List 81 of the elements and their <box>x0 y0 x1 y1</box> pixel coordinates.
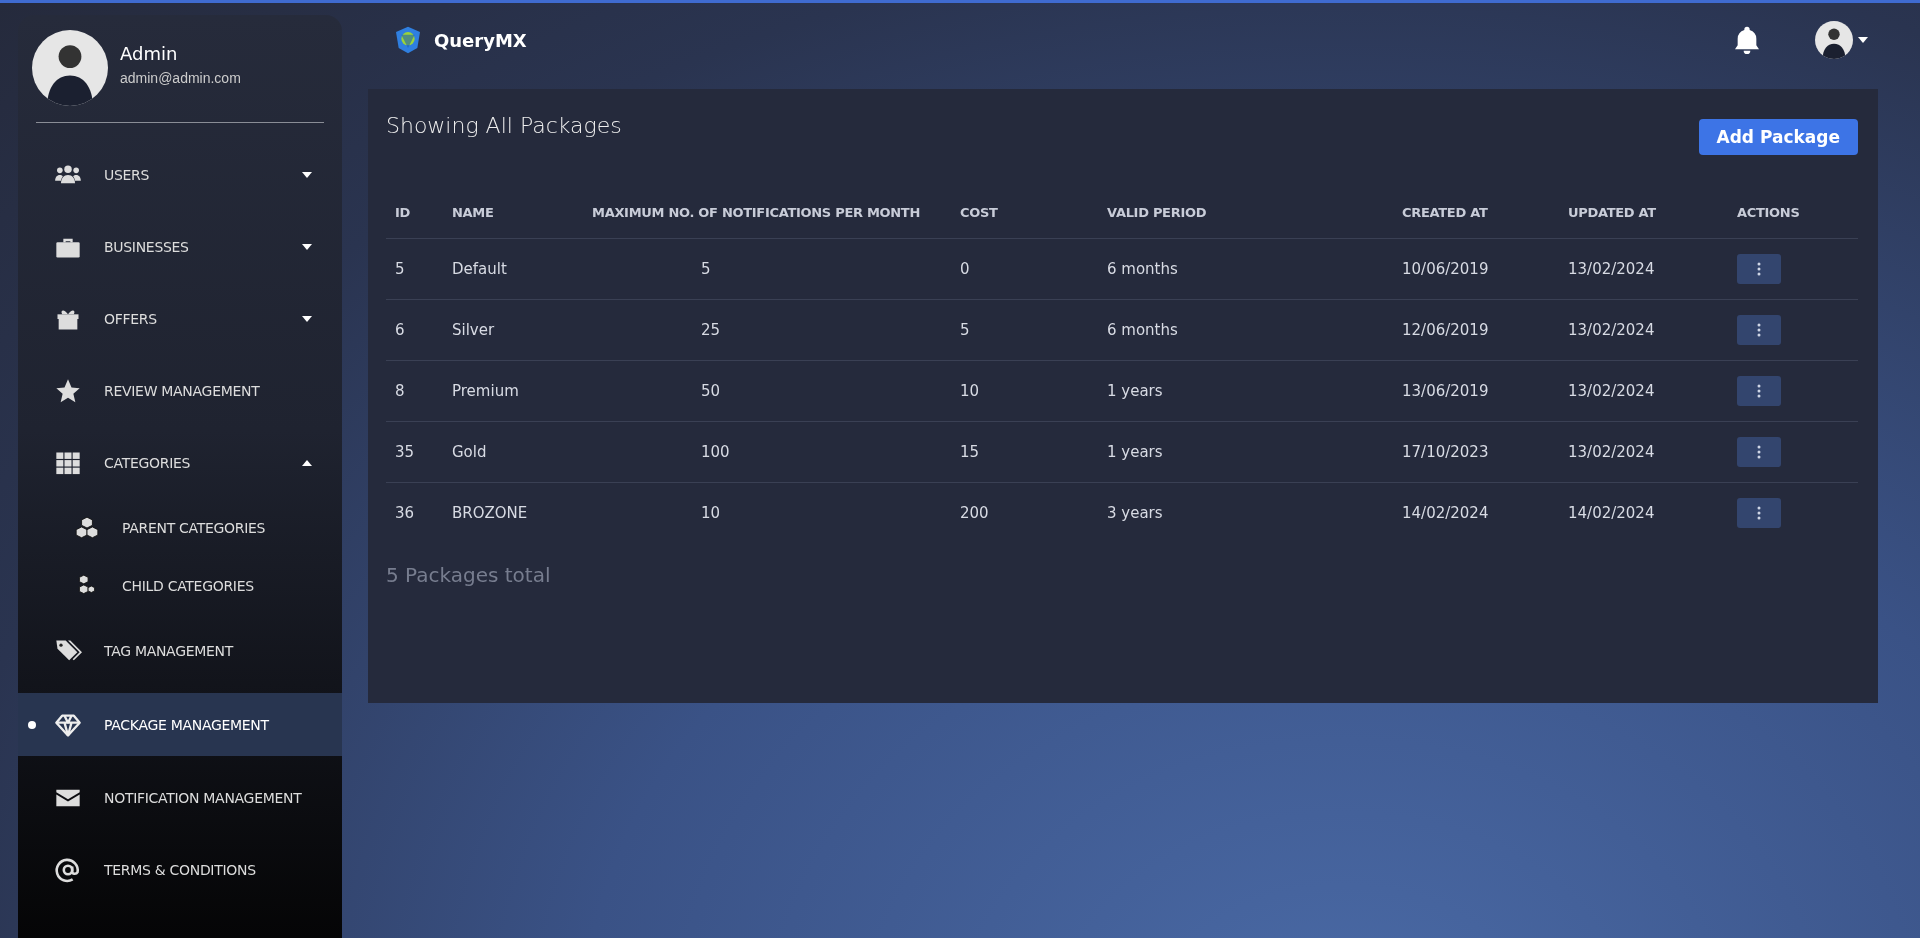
table-cell: 5 <box>701 260 711 278</box>
column-header: CREATED AT <box>1393 187 1559 239</box>
sidebar-item[interactable]: NOTIFICATION MANAGEMENT <box>18 762 342 834</box>
user-menu[interactable] <box>1815 21 1868 59</box>
table-cell: 200 <box>960 504 989 522</box>
more-vertical-icon <box>1757 506 1761 520</box>
actions-button[interactable] <box>1737 437 1781 467</box>
more-vertical-icon <box>1757 323 1761 337</box>
sidebar-item[interactable]: BUSINESSES <box>18 211 342 283</box>
user-name: Admin <box>120 42 179 64</box>
table-cell: 0 <box>960 260 970 278</box>
sidebar-item[interactable]: REVIEW MANAGEMENT <box>18 355 342 427</box>
more-vertical-icon <box>1757 384 1761 398</box>
table-cell: BROZONE <box>452 504 528 522</box>
column-header: ID <box>386 187 443 239</box>
active-dot <box>28 720 36 729</box>
caret-icon <box>1858 37 1868 43</box>
table-cell: 13/02/2024 <box>1568 321 1655 339</box>
table-cell: 25 <box>701 321 721 339</box>
table-cell: 15 <box>960 443 980 461</box>
table-cell: Default <box>452 260 507 278</box>
sidebar-item[interactable]: PACKAGE MANAGEMENT <box>18 693 342 756</box>
sidebar-item[interactable]: TAG MANAGEMENT <box>18 615 342 687</box>
caret-icon <box>302 460 312 466</box>
add-package-button[interactable]: Add Package <box>1698 119 1858 155</box>
table-cell: 13/06/2019 <box>1402 382 1489 400</box>
table-cell: 10 <box>701 504 721 522</box>
table-cell: Premium <box>452 382 519 400</box>
sidebar-item[interactable]: PARENT CATEGORIES <box>18 499 342 557</box>
column-header: COST <box>951 187 1098 239</box>
table-cell: 6 months <box>1107 321 1178 339</box>
table-cell: 10/06/2019 <box>1402 260 1489 278</box>
table-cell: 10 <box>960 382 980 400</box>
caret-icon <box>302 172 312 178</box>
table-cell: 1 years <box>1107 382 1163 400</box>
sidebar-item[interactable]: OFFERS <box>18 283 342 355</box>
column-header: UPDATED AT <box>1559 187 1728 239</box>
more-vertical-icon <box>1757 445 1761 459</box>
table-cell: Gold <box>452 443 487 461</box>
at-icon <box>54 856 82 884</box>
page-title: Showing All Packages <box>386 113 622 138</box>
table-cell: 14/02/2024 <box>1402 504 1489 522</box>
table-cell: Silver <box>452 321 495 339</box>
column-header: NAME <box>443 187 583 239</box>
table-cell: 17/10/2023 <box>1402 443 1489 461</box>
table-cell: 6 <box>395 321 405 339</box>
sidebar-item[interactable]: TERMS & CONDITIONS <box>18 834 342 906</box>
column-header: ACTIONS <box>1728 187 1858 239</box>
caret-icon <box>302 316 312 322</box>
table-cell: 36 <box>395 504 415 522</box>
table-cell: 14/02/2024 <box>1568 504 1655 522</box>
table-cell: 13/02/2024 <box>1568 443 1655 461</box>
column-header: MAXIMUM NO. OF NOTIFICATIONS PER MONTH <box>583 187 951 239</box>
brand-name: QueryMX <box>434 29 527 51</box>
table-cell: 5 <box>960 321 970 339</box>
sidebar-item[interactable]: CATEGORIES <box>18 427 342 499</box>
table-cell: 100 <box>701 443 730 461</box>
more-vertical-icon <box>1757 262 1761 276</box>
table-cell: 50 <box>701 382 721 400</box>
actions-button[interactable] <box>1737 254 1781 284</box>
table-cell: 1 years <box>1107 443 1163 461</box>
actions-button[interactable] <box>1737 376 1781 406</box>
table-cell: 13/02/2024 <box>1568 260 1655 278</box>
table-cell: 8 <box>395 382 405 400</box>
sidebar-item[interactable]: USERS <box>18 139 342 211</box>
table-cell: 3 years <box>1107 504 1163 522</box>
actions-button[interactable] <box>1737 315 1781 345</box>
packages-total: 5 Packages total <box>386 563 552 587</box>
actions-button[interactable] <box>1737 498 1781 528</box>
sidebar-item[interactable]: CHILD CATEGORIES <box>18 557 342 615</box>
user-email: admin@admin.com <box>120 69 241 86</box>
table-cell: 35 <box>395 443 415 461</box>
avatar <box>1815 21 1853 59</box>
cubes-icon <box>74 515 100 541</box>
table-cell: 6 months <box>1107 260 1178 278</box>
table-cell: 12/06/2019 <box>1402 321 1489 339</box>
caret-icon <box>302 244 312 250</box>
table-cell: 5 <box>395 260 405 278</box>
star-icon <box>54 377 82 405</box>
column-header: VALID PERIOD <box>1098 187 1393 239</box>
table-cell: 13/02/2024 <box>1568 382 1655 400</box>
